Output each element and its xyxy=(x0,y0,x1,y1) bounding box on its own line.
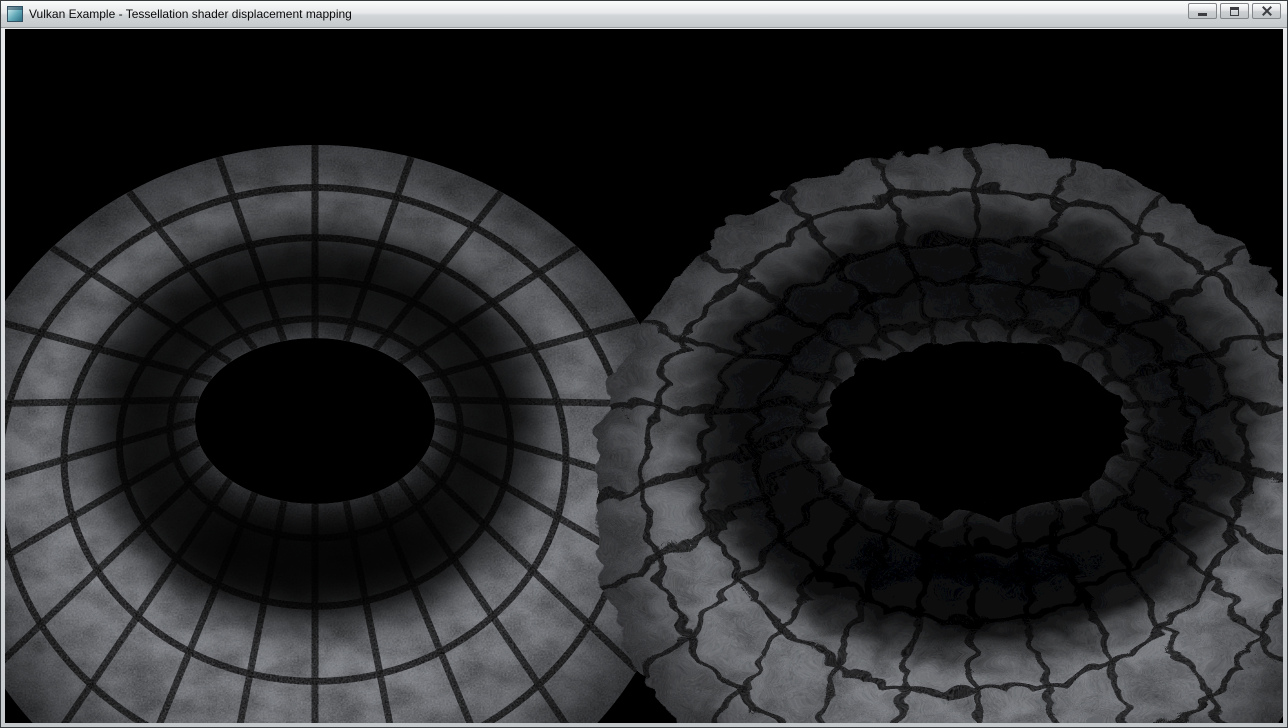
minimize-icon xyxy=(1198,13,1207,16)
maximize-icon xyxy=(1230,7,1239,16)
close-button[interactable] xyxy=(1252,3,1281,19)
window-controls xyxy=(1188,3,1281,25)
app-window: Vulkan Example - Tessellation shader dis… xyxy=(0,0,1288,728)
maximize-button[interactable] xyxy=(1220,3,1249,19)
scene-svg xyxy=(5,29,1283,723)
minimize-button[interactable] xyxy=(1188,3,1217,19)
window-title: Vulkan Example - Tessellation shader dis… xyxy=(29,7,1182,21)
title-bar[interactable]: Vulkan Example - Tessellation shader dis… xyxy=(1,1,1287,28)
render-viewport[interactable] xyxy=(5,29,1283,723)
close-icon xyxy=(1262,6,1272,16)
app-icon[interactable] xyxy=(7,6,23,22)
